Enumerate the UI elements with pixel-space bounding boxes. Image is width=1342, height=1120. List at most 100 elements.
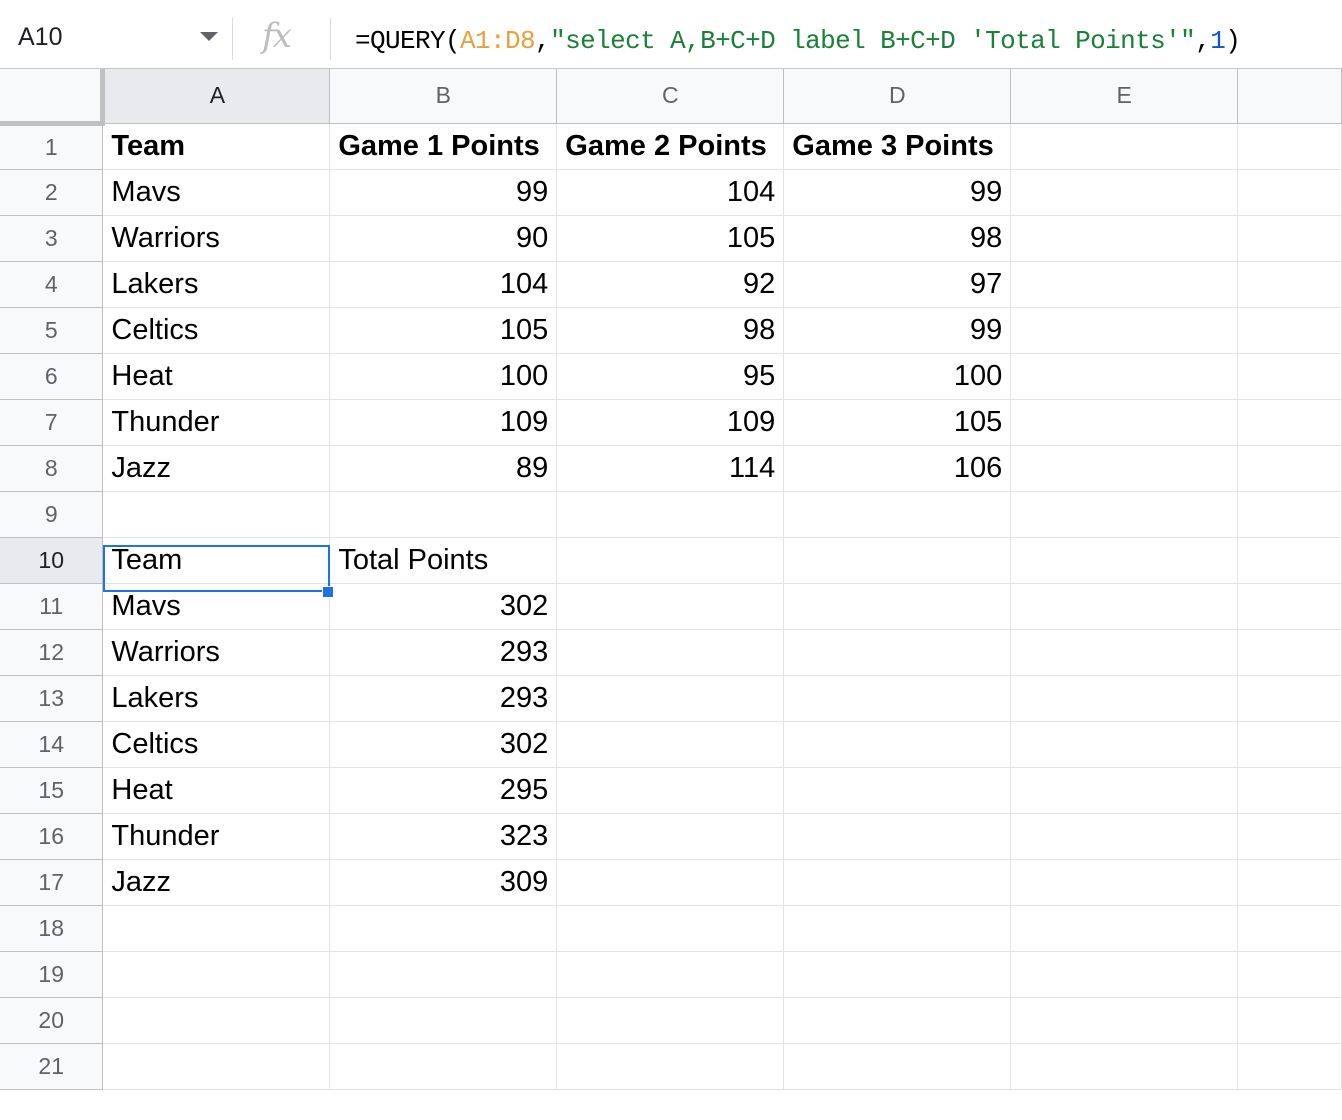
cell-d20[interactable] bbox=[783, 996, 1012, 1044]
select-all-corner[interactable] bbox=[0, 69, 106, 126]
cell-a18[interactable] bbox=[102, 904, 331, 952]
cell-c4[interactable]: 92 bbox=[556, 260, 785, 308]
row-header[interactable]: 18 bbox=[0, 904, 104, 952]
row-header[interactable]: 11 bbox=[0, 582, 104, 630]
cell-c16[interactable] bbox=[556, 812, 785, 860]
column-header-c[interactable]: C bbox=[556, 69, 785, 124]
cell-b14[interactable]: 302 bbox=[329, 720, 558, 768]
row-header[interactable]: 2 bbox=[0, 168, 104, 216]
cell-d9[interactable] bbox=[783, 490, 1012, 538]
cell-f18[interactable] bbox=[1237, 904, 1342, 952]
row-header[interactable]: 21 bbox=[0, 1042, 104, 1090]
cell-c1[interactable]: Game 2 Points bbox=[556, 122, 785, 170]
row-header[interactable]: 7 bbox=[0, 398, 104, 446]
cell-e7[interactable] bbox=[1010, 398, 1239, 446]
cell-f3[interactable] bbox=[1237, 214, 1342, 262]
cell-b4[interactable]: 104 bbox=[329, 260, 558, 308]
cell-e3[interactable] bbox=[1010, 214, 1239, 262]
cell-b6[interactable]: 100 bbox=[329, 352, 558, 400]
row-header[interactable]: 19 bbox=[0, 950, 104, 998]
cell-b17[interactable]: 309 bbox=[329, 858, 558, 906]
cell-e12[interactable] bbox=[1010, 628, 1239, 676]
cell-a1[interactable]: Team bbox=[102, 122, 331, 170]
row-header[interactable]: 13 bbox=[0, 674, 104, 722]
cell-e10[interactable] bbox=[1010, 536, 1239, 584]
cell-b7[interactable]: 109 bbox=[329, 398, 558, 446]
cell-e16[interactable] bbox=[1010, 812, 1239, 860]
cell-a16[interactable]: Thunder bbox=[102, 812, 331, 860]
cell-f19[interactable] bbox=[1237, 950, 1342, 998]
cell-f16[interactable] bbox=[1237, 812, 1342, 860]
cell-a3[interactable]: Warriors bbox=[102, 214, 331, 262]
column-header-a[interactable]: A bbox=[102, 69, 331, 124]
row-header[interactable]: 4 bbox=[0, 260, 104, 308]
row-header[interactable]: 17 bbox=[0, 858, 104, 906]
cell-c14[interactable] bbox=[556, 720, 785, 768]
cell-a5[interactable]: Celtics bbox=[102, 306, 331, 354]
cell-f14[interactable] bbox=[1237, 720, 1342, 768]
cell-f8[interactable] bbox=[1237, 444, 1342, 492]
cell-f12[interactable] bbox=[1237, 628, 1342, 676]
cell-d12[interactable] bbox=[783, 628, 1012, 676]
cell-d21[interactable] bbox=[783, 1042, 1012, 1090]
cell-c17[interactable] bbox=[556, 858, 785, 906]
row-header[interactable]: 5 bbox=[0, 306, 104, 354]
cell-e20[interactable] bbox=[1010, 996, 1239, 1044]
cell-c6[interactable]: 95 bbox=[556, 352, 785, 400]
cell-c20[interactable] bbox=[556, 996, 785, 1044]
column-header-f-partial[interactable] bbox=[1237, 69, 1342, 124]
cell-b5[interactable]: 105 bbox=[329, 306, 558, 354]
row-header[interactable]: 20 bbox=[0, 996, 104, 1044]
cell-a11[interactable]: Mavs bbox=[102, 582, 331, 630]
cell-a9[interactable] bbox=[102, 490, 331, 538]
cell-a14[interactable]: Celtics bbox=[102, 720, 331, 768]
column-header-d[interactable]: D bbox=[783, 69, 1012, 124]
row-header[interactable]: 8 bbox=[0, 444, 104, 492]
cell-f21[interactable] bbox=[1237, 1042, 1342, 1090]
cell-e21[interactable] bbox=[1010, 1042, 1239, 1090]
cell-d14[interactable] bbox=[783, 720, 1012, 768]
column-header-e[interactable]: E bbox=[1010, 69, 1239, 124]
cell-e6[interactable] bbox=[1010, 352, 1239, 400]
cell-e1[interactable] bbox=[1010, 122, 1239, 170]
cell-d1[interactable]: Game 3 Points bbox=[783, 122, 1012, 170]
cell-f5[interactable] bbox=[1237, 306, 1342, 354]
cell-f11[interactable] bbox=[1237, 582, 1342, 630]
cell-f7[interactable] bbox=[1237, 398, 1342, 446]
cell-c13[interactable] bbox=[556, 674, 785, 722]
cell-b12[interactable]: 293 bbox=[329, 628, 558, 676]
cell-d3[interactable]: 98 bbox=[783, 214, 1012, 262]
cell-d6[interactable]: 100 bbox=[783, 352, 1012, 400]
cell-e19[interactable] bbox=[1010, 950, 1239, 998]
cell-d18[interactable] bbox=[783, 904, 1012, 952]
row-header[interactable]: 14 bbox=[0, 720, 104, 768]
cell-a20[interactable] bbox=[102, 996, 331, 1044]
row-header[interactable]: 10 bbox=[0, 536, 104, 584]
row-header[interactable]: 1 bbox=[0, 122, 104, 170]
cell-b18[interactable] bbox=[329, 904, 558, 952]
cell-d7[interactable]: 105 bbox=[783, 398, 1012, 446]
cell-a10[interactable]: Team bbox=[102, 536, 331, 584]
cell-a13[interactable]: Lakers bbox=[102, 674, 331, 722]
cell-b1[interactable]: Game 1 Points bbox=[329, 122, 558, 170]
row-header[interactable]: 12 bbox=[0, 628, 104, 676]
cell-b8[interactable]: 89 bbox=[329, 444, 558, 492]
cell-a12[interactable]: Warriors bbox=[102, 628, 331, 676]
formula-input[interactable]: =QUERY(A1:D8,"select A,B+C+D label B+C+D… bbox=[355, 26, 1241, 56]
cell-d11[interactable] bbox=[783, 582, 1012, 630]
cell-c2[interactable]: 104 bbox=[556, 168, 785, 216]
cell-c7[interactable]: 109 bbox=[556, 398, 785, 446]
cell-c21[interactable] bbox=[556, 1042, 785, 1090]
cell-f13[interactable] bbox=[1237, 674, 1342, 722]
cell-c8[interactable]: 114 bbox=[556, 444, 785, 492]
cell-b9[interactable] bbox=[329, 490, 558, 538]
cell-c5[interactable]: 98 bbox=[556, 306, 785, 354]
cell-d5[interactable]: 99 bbox=[783, 306, 1012, 354]
cell-b3[interactable]: 90 bbox=[329, 214, 558, 262]
fill-handle[interactable] bbox=[322, 586, 334, 598]
cell-e2[interactable] bbox=[1010, 168, 1239, 216]
cell-f15[interactable] bbox=[1237, 766, 1342, 814]
cell-a8[interactable]: Jazz bbox=[102, 444, 331, 492]
cell-b11[interactable]: 302 bbox=[329, 582, 558, 630]
cell-e9[interactable] bbox=[1010, 490, 1239, 538]
